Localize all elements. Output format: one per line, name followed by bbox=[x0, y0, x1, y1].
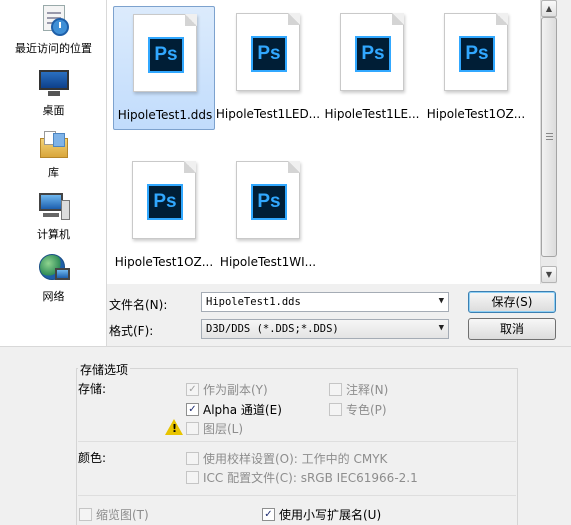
nav-item-library[interactable]: 库 bbox=[0, 128, 107, 180]
file-item[interactable]: Ps HipoleTest1.dds bbox=[113, 6, 215, 130]
nav-item-label: 桌面 bbox=[42, 104, 65, 117]
save-options-title: 存储选项 bbox=[78, 361, 131, 378]
file-item[interactable]: Ps HipoleTest1OZ... bbox=[113, 154, 215, 278]
network-icon bbox=[37, 252, 71, 286]
as-copy-checkbox[interactable]: ✓ 作为副本(Y) bbox=[186, 381, 268, 398]
checkbox-box bbox=[186, 422, 199, 435]
scroll-down-button[interactable]: ▼ bbox=[541, 266, 557, 283]
lowercase-ext-label: 使用小写扩展名(U) bbox=[279, 508, 382, 522]
file-item[interactable]: Ps HipoleTest1WI... bbox=[217, 154, 319, 278]
thumbnail-checkbox[interactable]: 缩览图(T) bbox=[79, 506, 149, 523]
lowercase-extension-checkbox[interactable]: ✓ 使用小写扩展名(U) bbox=[262, 506, 381, 523]
file-item[interactable]: Ps HipoleTest1LE... bbox=[321, 6, 423, 130]
photoshop-file-icon: Ps bbox=[133, 14, 197, 92]
nav-item-label: 网络 bbox=[42, 290, 65, 303]
divider bbox=[78, 495, 516, 496]
recent-places-icon bbox=[37, 4, 71, 38]
format-label: 格式(F): bbox=[109, 324, 154, 338]
checkbox-box: ✓ bbox=[186, 383, 199, 396]
library-icon bbox=[37, 128, 71, 162]
as-copy-label: 作为副本(Y) bbox=[203, 383, 268, 397]
save-button[interactable]: 保存(S) bbox=[468, 291, 556, 313]
scroll-thumb[interactable] bbox=[541, 17, 557, 257]
thumbnail-label: 缩览图(T) bbox=[96, 508, 149, 522]
file-name: HipoleTest1WI... bbox=[219, 255, 317, 269]
cancel-button[interactable]: 取消 bbox=[468, 318, 556, 340]
photoshop-file-icon: Ps bbox=[236, 13, 300, 91]
save-label: 存储: bbox=[78, 382, 107, 396]
checkbox-box: ✓ bbox=[262, 508, 275, 521]
format-select[interactable]: D3D/DDS (*.DDS;*.DDS) ▼ bbox=[201, 319, 449, 339]
file-list: Ps HipoleTest1.dds Ps HipoleTest1LED... … bbox=[107, 0, 540, 284]
places-sidebar: 最近访问的位置 桌面 库 计算机 网络 bbox=[0, 0, 107, 346]
filename-input[interactable]: HipoleTest1.dds ▼ bbox=[201, 292, 449, 312]
scroll-up-button[interactable]: ▲ bbox=[541, 0, 557, 17]
nav-item-label: 库 bbox=[48, 166, 59, 179]
checkbox-box bbox=[186, 452, 199, 465]
color-label: 颜色: bbox=[78, 451, 107, 465]
spot-color-checkbox[interactable]: 专色(P) bbox=[329, 401, 387, 418]
file-name: HipoleTest1OZ... bbox=[426, 107, 526, 121]
desktop-icon bbox=[37, 66, 71, 100]
layers-label: 图层(L) bbox=[203, 422, 244, 436]
nav-item-recent-places[interactable]: 最近访问的位置 bbox=[0, 4, 107, 56]
photoshop-file-icon: Ps bbox=[444, 13, 508, 91]
vertical-scrollbar[interactable]: ▲ ▼ bbox=[540, 0, 557, 284]
nav-item-desktop[interactable]: 桌面 bbox=[0, 66, 107, 118]
layers-checkbox[interactable]: 图层(L) bbox=[186, 420, 243, 437]
divider bbox=[78, 441, 516, 442]
spot-label: 专色(P) bbox=[346, 403, 387, 417]
warning-icon: ! bbox=[165, 419, 183, 435]
chevron-down-icon[interactable]: ▼ bbox=[439, 296, 444, 306]
checkbox-box: ✓ bbox=[186, 403, 199, 416]
notes-checkbox[interactable]: 注释(N) bbox=[329, 381, 388, 398]
alpha-label: Alpha 通道(E) bbox=[203, 403, 282, 417]
computer-icon bbox=[37, 190, 71, 224]
nav-item-network[interactable]: 网络 bbox=[0, 252, 107, 304]
photoshop-file-icon: Ps bbox=[236, 161, 300, 239]
icc-label: ICC 配置文件(C): sRGB IEC61966-2.1 bbox=[203, 471, 418, 485]
nav-item-computer[interactable]: 计算机 bbox=[0, 190, 107, 242]
save-options-group bbox=[76, 368, 518, 525]
file-name: HipoleTest1.dds bbox=[117, 108, 213, 122]
checkbox-box bbox=[329, 403, 342, 416]
checkbox-box bbox=[186, 471, 199, 484]
chevron-down-icon[interactable]: ▼ bbox=[439, 323, 444, 333]
alpha-channel-checkbox[interactable]: ✓ Alpha 通道(E) bbox=[186, 401, 282, 418]
icc-profile-checkbox[interactable]: ICC 配置文件(C): sRGB IEC61966-2.1 bbox=[186, 469, 418, 486]
nav-item-label: 最近访问的位置 bbox=[15, 42, 92, 55]
notes-label: 注释(N) bbox=[346, 383, 389, 397]
format-value: D3D/DDS (*.DDS;*.DDS) bbox=[206, 323, 339, 335]
filename-value: HipoleTest1.dds bbox=[206, 296, 301, 308]
filename-label: 文件名(N): bbox=[109, 298, 168, 312]
divider bbox=[0, 346, 571, 347]
photoshop-file-icon: Ps bbox=[340, 13, 404, 91]
file-item[interactable]: Ps HipoleTest1OZ... bbox=[425, 6, 527, 130]
photoshop-file-icon: Ps bbox=[132, 161, 196, 239]
file-item[interactable]: Ps HipoleTest1LED... bbox=[216, 6, 320, 130]
checkbox-box bbox=[329, 383, 342, 396]
use-proof-label: 使用校样设置(O): 工作中的 CMYK bbox=[203, 452, 388, 466]
use-proof-checkbox[interactable]: 使用校样设置(O): 工作中的 CMYK bbox=[186, 450, 387, 467]
nav-item-label: 计算机 bbox=[37, 228, 70, 241]
checkbox-box bbox=[79, 508, 92, 521]
